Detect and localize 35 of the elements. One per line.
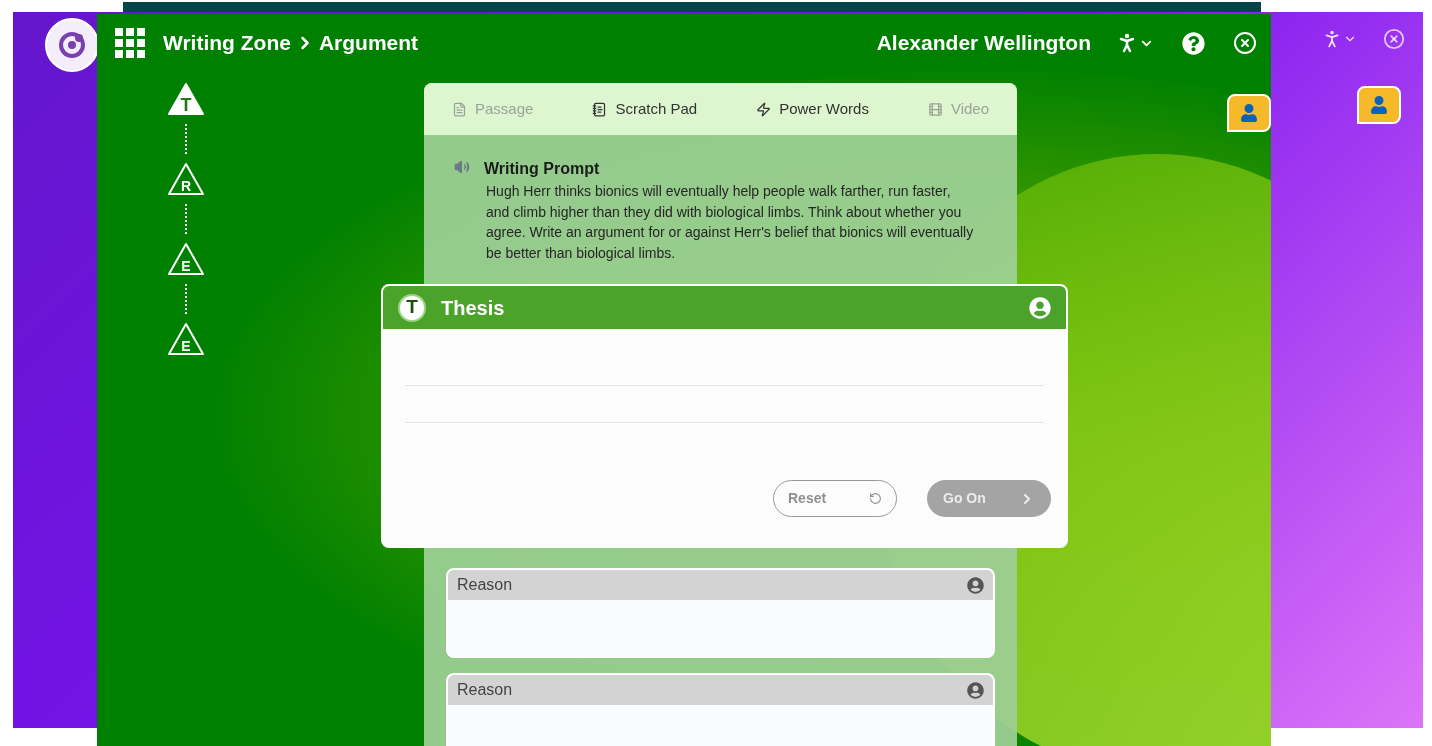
step-connector bbox=[185, 204, 187, 234]
voice-chat-icon[interactable] bbox=[1227, 94, 1271, 132]
document-icon bbox=[452, 101, 467, 117]
lightning-icon bbox=[756, 101, 772, 117]
undo-icon bbox=[869, 492, 882, 505]
step-connector bbox=[185, 284, 187, 314]
film-icon bbox=[927, 101, 943, 117]
thesis-title: Thesis bbox=[441, 295, 505, 321]
reason-title: Reason bbox=[457, 680, 513, 700]
help-icon[interactable] bbox=[1182, 31, 1205, 55]
close-icon[interactable] bbox=[1233, 31, 1257, 55]
panel-tab[interactable]: Power Words bbox=[756, 97, 869, 121]
notepad-icon bbox=[592, 101, 608, 117]
reason-title: Reason bbox=[457, 575, 513, 595]
voice-chat-icon[interactable] bbox=[1357, 86, 1401, 124]
user-icon[interactable] bbox=[967, 681, 984, 699]
user-icon[interactable] bbox=[967, 576, 984, 594]
grid-menu-icon[interactable] bbox=[115, 28, 145, 58]
prompt-text: Hugh Herr thinks bionics will eventually help people walk farther, run faster, and climb higher than they did with biological limbs. Think about whether you agree. Write an argument for or against Herr's belief that bionics will eventually be better than biological limbs. bbox=[486, 182, 975, 263]
app-title[interactable]: Writing Zone bbox=[163, 27, 291, 59]
app-logo[interactable] bbox=[45, 18, 99, 72]
step-marker[interactable]: E bbox=[167, 242, 205, 276]
step-marker[interactable]: R bbox=[167, 162, 205, 196]
prompt-title: Writing Prompt bbox=[484, 159, 601, 179]
reason-card[interactable]: Reason bbox=[446, 673, 995, 746]
thesis-badge: T bbox=[398, 293, 426, 322]
close-icon[interactable] bbox=[1383, 28, 1405, 50]
step-marker[interactable]: T bbox=[167, 82, 205, 116]
user-icon[interactable] bbox=[1029, 296, 1051, 319]
user-name: Alexander Wellington bbox=[876, 30, 1091, 57]
section-title: Argument bbox=[318, 30, 419, 57]
step-marker[interactable]: E bbox=[167, 322, 205, 356]
panel-tab[interactable]: Scratch Pad bbox=[592, 97, 698, 121]
reason-card[interactable]: Reason bbox=[446, 568, 995, 658]
step-connector bbox=[185, 124, 187, 154]
